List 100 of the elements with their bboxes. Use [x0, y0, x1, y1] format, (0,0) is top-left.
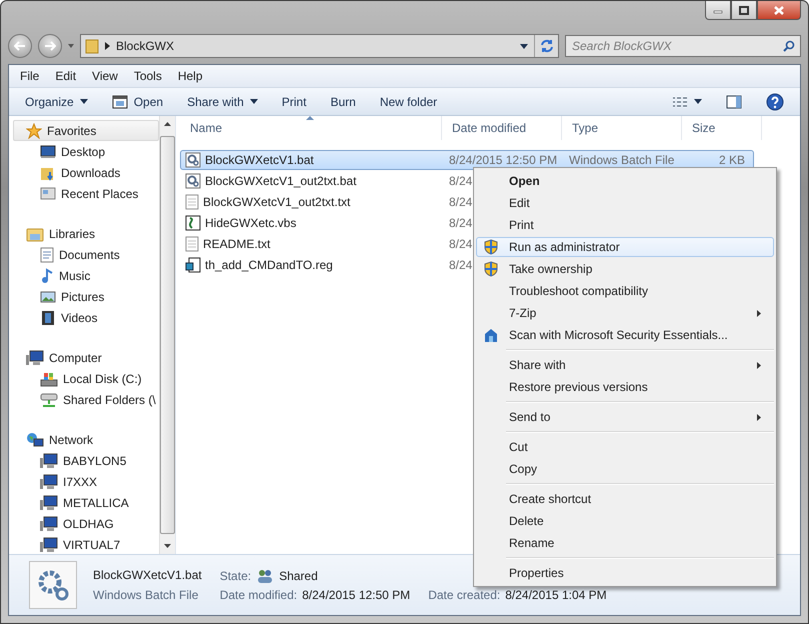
field-label: Date created:	[428, 588, 500, 602]
sidebar-item[interactable]: Videos	[13, 307, 159, 328]
window-icon	[112, 94, 128, 108]
star-icon	[26, 122, 42, 138]
sidebar-item[interactable]: Recent Places	[13, 183, 159, 204]
sort-arrow-icon	[306, 116, 314, 120]
network-drive-icon	[40, 392, 58, 408]
date-cell: 8/24	[449, 194, 472, 210]
toolbar-button[interactable]: Burn	[320, 90, 366, 114]
toolbar-button[interactable]: Open	[102, 90, 174, 114]
field-value: Shared	[279, 569, 318, 583]
toolbar-button[interactable]: Share with	[177, 90, 268, 114]
registry-file-icon	[185, 257, 201, 273]
file-name: th_add_CMDandTO.reg	[205, 258, 333, 272]
sidebar-item[interactable]: Shared Folders (\	[13, 389, 159, 410]
scroll-down-icon	[164, 544, 171, 548]
gears-icon	[36, 568, 70, 602]
toolbar-button[interactable]: New folder	[370, 90, 448, 114]
menu-item[interactable]: Send to	[476, 407, 774, 427]
computer-icon	[40, 452, 58, 468]
column-header[interactable]: Name	[180, 116, 442, 140]
text-file-icon	[185, 236, 199, 252]
sidebar-group[interactable]: Libraries	[13, 223, 159, 244]
list-view-icon	[672, 96, 688, 108]
globe-computer-icon	[26, 432, 44, 448]
submenu-arrow-icon	[757, 362, 761, 368]
menu-item[interactable]: Create shortcut	[476, 489, 774, 509]
forward-arrow-icon	[44, 41, 56, 51]
file-type: Windows Batch File	[93, 588, 200, 602]
file-row[interactable]: BlockGWXetcV1.bat 8/24/2015 12:50 PM Windows Batch File 2 KB	[180, 150, 754, 170]
gear-file-icon	[185, 152, 201, 168]
menu-item[interactable]: Open	[476, 171, 774, 191]
search-field[interactable]: Search BlockGWX	[565, 35, 801, 57]
menu-item[interactable]: View	[85, 69, 125, 83]
caret-icon	[694, 99, 702, 104]
caret-icon	[80, 99, 88, 104]
date-cell: 8/24/2015 12:50 PM	[449, 152, 558, 168]
toolbar-button[interactable]: Organize	[15, 90, 98, 114]
caret-icon	[520, 44, 528, 48]
menu-item[interactable]: Edit	[48, 69, 84, 83]
sidebar-item[interactable]: OLDHAG	[13, 513, 159, 534]
hard-drive-icon	[40, 370, 58, 386]
menu-item[interactable]: Cut	[476, 437, 774, 457]
sidebar-item[interactable]: Downloads	[13, 162, 159, 183]
field-value: 8/24/2015 12:50 PM	[302, 588, 410, 602]
address-bar[interactable]: BlockGWX	[80, 34, 559, 58]
menu-item[interactable]: Delete	[476, 511, 774, 531]
sidebar-group[interactable]: Network	[13, 429, 159, 450]
column-header[interactable]: Type	[562, 116, 682, 140]
sidebar-item[interactable]: Desktop	[13, 141, 159, 162]
sidebar-item[interactable]: BABYLON5	[13, 450, 159, 471]
menu-item[interactable]: Rename	[476, 533, 774, 553]
toolbar-button[interactable]: Print	[272, 90, 316, 114]
sidebar-item[interactable]: I7XXX	[13, 471, 159, 492]
menu-item[interactable]: File	[13, 69, 46, 83]
minimize-button[interactable]	[705, 1, 731, 20]
menu-item[interactable]: Take ownership	[476, 259, 774, 279]
menu-item[interactable]: Troubleshoot compatibility	[476, 281, 774, 301]
sidebar-item[interactable]: Local Disk (C:)	[13, 368, 159, 389]
gear-file-icon	[185, 173, 201, 189]
menu-item[interactable]: Restore previous versions	[476, 377, 774, 397]
back-button[interactable]	[8, 34, 32, 58]
sidebar-item[interactable]: METALLICA	[13, 492, 159, 513]
text-file-icon	[185, 194, 199, 210]
menu-item[interactable]: Print	[476, 215, 774, 235]
menu-item[interactable]: Tools	[126, 69, 169, 83]
menu-item[interactable]: Edit	[476, 193, 774, 213]
column-header[interactable]: Size	[682, 116, 762, 140]
desktop-icon	[40, 144, 56, 160]
sidebar-group[interactable]: Computer	[13, 347, 159, 368]
close-button[interactable]	[757, 1, 801, 20]
computer-icon	[40, 494, 58, 510]
menu-item[interactable]: Run as administrator	[476, 237, 774, 257]
document-icon	[40, 246, 54, 262]
menu-item[interactable]: 7-Zip	[476, 303, 774, 323]
picture-icon	[40, 288, 56, 304]
caret-icon	[68, 44, 74, 48]
sidebar-item[interactable]: VIRTUAL7	[13, 534, 159, 554]
menu-item[interactable]: Properties	[476, 563, 774, 583]
menu-item[interactable]: Scan with Microsoft Security Essentials...	[476, 325, 774, 345]
sidebar-item[interactable]: Documents	[13, 244, 159, 265]
file-name: BlockGWXetcV1_out2txt.txt	[203, 195, 350, 209]
users-icon	[256, 568, 274, 584]
forward-button[interactable]	[38, 34, 62, 58]
date-cell: 8/24	[449, 215, 472, 231]
file-name: BlockGWXetcV1.bat	[205, 153, 314, 167]
computer-icon	[40, 474, 58, 490]
menu-item[interactable]: Share with	[476, 355, 774, 375]
maximize-button[interactable]	[731, 1, 757, 20]
recent-places-icon	[40, 186, 56, 202]
sidebar-item[interactable]: Music	[13, 265, 159, 286]
field-value: 8/24/2015 1:04 PM	[505, 588, 607, 602]
sidebar-item[interactable]: Pictures	[13, 286, 159, 307]
file-name: README.txt	[203, 237, 270, 251]
sidebar-group[interactable]: Favorites	[13, 120, 159, 141]
column-header[interactable]: Date modified	[442, 116, 562, 140]
file-name: BlockGWXetcV1.bat	[93, 568, 202, 584]
menu-item[interactable]: Help	[170, 69, 210, 83]
date-cell: 8/24	[449, 257, 472, 273]
menu-item[interactable]: Copy	[476, 459, 774, 479]
